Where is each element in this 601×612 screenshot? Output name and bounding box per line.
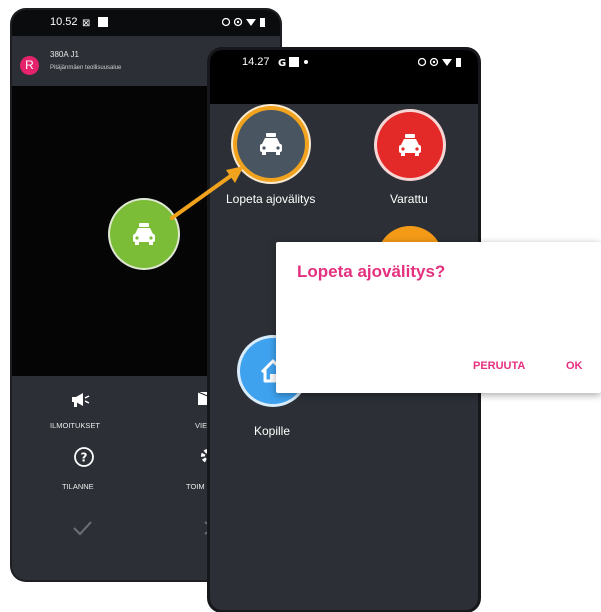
svg-text:G: G bbox=[278, 58, 286, 68]
notification-icons: G bbox=[278, 55, 318, 73]
dialog-title: Lopeta ajovälitys? bbox=[297, 262, 446, 281]
busy-button[interactable] bbox=[377, 112, 443, 178]
busy-label: Varattu bbox=[390, 192, 428, 206]
svg-text:⊠: ⊠ bbox=[82, 18, 90, 28]
check-icon[interactable] bbox=[72, 520, 92, 541]
status-system-icons bbox=[417, 55, 468, 73]
status-time: 10.52 bbox=[50, 16, 78, 28]
notification-icons: ⊠ bbox=[82, 15, 122, 33]
avatar: R bbox=[20, 56, 39, 75]
taxi-icon bbox=[399, 134, 421, 156]
status-system-icons bbox=[221, 15, 272, 33]
menu-toim[interactable]: TOIM bbox=[186, 482, 205, 491]
menu-ilmoitukset[interactable]: ILMOITUKSET bbox=[50, 421, 100, 430]
cancel-button[interactable]: PERUUTA bbox=[473, 360, 525, 372]
route-code: 380A J1 bbox=[50, 50, 79, 59]
confirm-dialog: Lopeta ajovälitys? PERUUTA OK bbox=[276, 242, 601, 393]
menu-tilanne[interactable]: TILANNE bbox=[62, 482, 94, 491]
taxi-status-button[interactable] bbox=[110, 200, 178, 268]
stop-dispatch-label: Lopeta ajovälitys bbox=[226, 192, 316, 206]
stop-dispatch-button[interactable] bbox=[237, 110, 305, 178]
svg-text:?: ? bbox=[81, 451, 88, 465]
to-stand-label: Kopille bbox=[254, 424, 291, 438]
taxi-icon bbox=[133, 223, 155, 245]
area-name: Pitäjänmäen teollisuusalue bbox=[50, 65, 122, 71]
menu-vie[interactable]: VIE bbox=[195, 421, 207, 430]
ok-button[interactable]: OK bbox=[566, 360, 583, 372]
status-time: 14.27 bbox=[242, 56, 270, 68]
megaphone-icon[interactable] bbox=[70, 390, 90, 413]
taxi-icon bbox=[260, 133, 282, 155]
help-icon[interactable]: ? bbox=[73, 446, 95, 473]
